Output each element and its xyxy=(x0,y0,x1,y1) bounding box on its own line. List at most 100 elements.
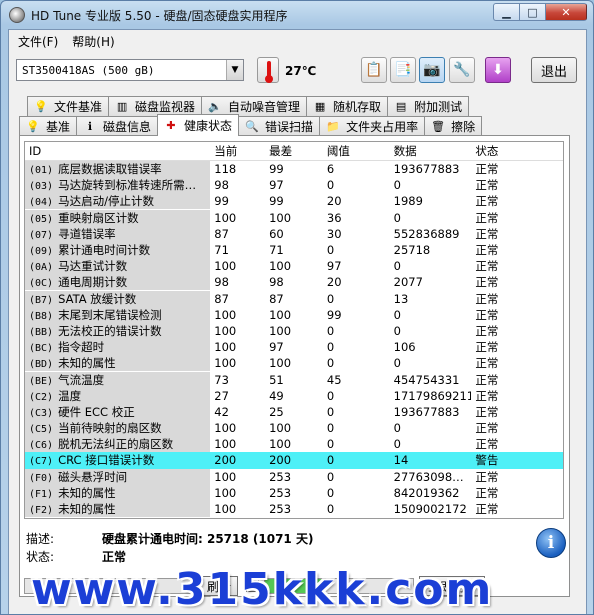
tab-disk-monitor[interactable]: ▥ 磁盘监视器 xyxy=(108,96,203,116)
table-row[interactable]: (0A) 马达重试计数 100 100 97 0 正常 xyxy=(25,258,563,275)
col-header-worst[interactable]: 最差 xyxy=(265,143,323,159)
attribute-name-cell: (C2) 温度 xyxy=(25,387,211,404)
current-cell: 100 xyxy=(214,485,237,500)
window-controls: ▁ □ ✕ xyxy=(493,3,587,21)
data-cell: 0 xyxy=(393,421,401,436)
table-row[interactable]: (F0) 磁头悬浮时间 100 253 0 27763098… 正常 xyxy=(25,468,563,485)
tab-trash[interactable]: 🗑 擦除 xyxy=(424,116,483,136)
data-cell: 0 xyxy=(393,178,401,193)
col-header-current[interactable]: 当前 xyxy=(210,143,265,159)
attribute-name-cell: (BE) 气流温度 xyxy=(25,371,211,388)
tab-speaker[interactable]: 🔈 自动噪音管理 xyxy=(201,96,308,116)
table-header: ID 当前 最差 阈值 数据 状态 xyxy=(25,142,563,161)
tab-random-access[interactable]: ▦ 随机存取 xyxy=(306,96,389,116)
status-cell: 正常 xyxy=(475,502,499,517)
copy-all-button[interactable]: 📑 xyxy=(390,57,416,83)
description-line: 描述: 硬盘累计通电时间: 25718 (1071 天) xyxy=(26,530,313,547)
attribute-name: 气流温度 xyxy=(58,372,105,387)
table-row[interactable]: (B7) SATA 放缓计数 87 87 0 13 正常 xyxy=(25,290,563,307)
title-bar[interactable]: HD Tune 专业版 5.50 - 硬盘/固态硬盘实用程序 ▁ □ ✕ xyxy=(1,1,593,29)
smart-table[interactable]: ID 当前 最差 阈值 数据 状态 (01) 底层数据读取错误率 118 99 6 193… xyxy=(24,141,564,519)
attribute-name-cell: (C5) 当前待映射的扇区数 xyxy=(25,420,211,437)
tab-file-benchmark[interactable]: 💡 文件基准 xyxy=(27,96,110,116)
table-row[interactable]: (BE) 气流温度 73 51 45 454754331 正常 xyxy=(25,371,563,388)
exit-button[interactable]: 退出 xyxy=(531,57,577,83)
current-cell: 100 xyxy=(214,307,237,322)
col-header-threshold[interactable]: 阈值 xyxy=(323,143,390,159)
attribute-name-cell: (C7) CRC 接口错误计数 xyxy=(25,452,211,469)
drive-select[interactable]: ST3500418AS (500 gB) ▼ xyxy=(16,59,244,81)
status-cell: 正常 xyxy=(475,178,499,193)
speaker-icon: 🔈 xyxy=(208,100,222,113)
table-row[interactable]: (B8) 末尾到末尾错误检测 100 100 99 0 正常 xyxy=(25,306,563,323)
tab-benchmark[interactable]: 💡 基准 xyxy=(19,116,78,136)
table-row[interactable]: (07) 寻道错误率 87 60 30 552836889 正常 xyxy=(25,225,563,242)
table-row[interactable]: (01) 底层数据读取错误率 118 99 6 193677883 正常 xyxy=(25,161,563,178)
attribute-name-cell: (04) 马达启动/停止计数 xyxy=(25,193,211,210)
screenshot-button[interactable]: 📷 xyxy=(419,57,445,83)
worst-cell: 253 xyxy=(269,502,292,517)
worst-cell: 71 xyxy=(269,243,284,258)
worst-cell: 25 xyxy=(269,404,284,419)
worst-cell: 100 xyxy=(269,323,292,338)
table-row[interactable]: (F1) 未知的属性 100 253 0 842019362 正常 xyxy=(25,484,563,501)
col-header-data[interactable]: 数据 xyxy=(390,143,472,159)
file-benchmark-icon: 💡 xyxy=(34,100,48,113)
threshold-cell: 36 xyxy=(326,210,342,225)
worst-cell: 100 xyxy=(269,356,292,371)
status-cell: 正常 xyxy=(475,388,499,403)
table-row[interactable]: (03) 马达旋转到标准转速所需… 98 97 0 0 正常 xyxy=(25,177,563,194)
attribute-name-cell: (B8) 末尾到末尾错误检测 xyxy=(25,306,211,323)
current-cell: 27 xyxy=(214,388,229,403)
tab-extra-tests[interactable]: ▤ 附加测试 xyxy=(387,96,470,116)
table-row[interactable]: (05) 重映射扇区计数 100 100 36 0 正常 xyxy=(25,209,563,226)
table-row[interactable]: (F2) 未知的属性 100 253 0 1509002172 正常 xyxy=(25,501,563,518)
tab-info[interactable]: ℹ 磁盘信息 xyxy=(76,116,159,136)
col-header-id[interactable]: ID xyxy=(25,144,210,158)
data-cell: 2077 xyxy=(393,275,423,290)
table-row[interactable]: (C3) 硬件 ECC 校正 42 25 0 193677883 正常 xyxy=(25,403,563,420)
attribute-name: CRC 接口错误计数 xyxy=(58,453,155,468)
attribute-id: (BE) xyxy=(29,375,54,387)
close-button[interactable]: ✕ xyxy=(545,3,587,21)
table-row[interactable]: (C6) 脱机无法纠正的扇区数 100 100 0 0 正常 xyxy=(25,436,563,453)
tab-folder[interactable]: 📁 文件夹占用率 xyxy=(319,116,426,136)
menu-help[interactable]: 帮助(H) xyxy=(65,31,121,52)
table-row[interactable]: (BD) 未知的属性 100 100 0 0 正常 xyxy=(25,355,563,372)
status-cell: 警告 xyxy=(475,453,499,468)
status-cell: 正常 xyxy=(475,372,499,387)
data-cell: 13 xyxy=(393,291,409,306)
table-row[interactable]: (04) 马达启动/停止计数 99 99 20 1989 正常 xyxy=(25,193,563,210)
threshold-cell: 0 xyxy=(326,421,335,436)
attribute-id: (04) xyxy=(29,197,54,209)
tab-label: 文件基准 xyxy=(54,100,103,114)
worst-cell: 87 xyxy=(269,291,284,306)
attribute-id: (F1) xyxy=(29,488,54,500)
info-icon[interactable]: i xyxy=(536,528,566,558)
tab-health-cross[interactable]: ✚ 健康状态 xyxy=(157,114,240,136)
col-header-status[interactable]: 状态 xyxy=(471,143,563,159)
table-row[interactable]: (BC) 指令超时 100 97 0 106 正常 xyxy=(25,339,563,356)
options-button[interactable]: 🔧 xyxy=(449,57,475,83)
threshold-cell: 0 xyxy=(326,243,335,258)
attribute-name-cell: (BD) 未知的属性 xyxy=(25,355,211,372)
chevron-down-icon[interactable]: ▼ xyxy=(226,60,243,80)
attribute-id: (F0) xyxy=(29,472,54,484)
table-row[interactable]: (BB) 无法校正的错误计数 100 100 0 0 正常 xyxy=(25,322,563,339)
table-row[interactable]: (0C) 通电周期计数 98 98 20 2077 正常 xyxy=(25,274,563,291)
save-button[interactable]: ⬇ xyxy=(485,57,511,83)
attribute-name: SATA 放缓计数 xyxy=(58,291,137,306)
copy-info-button[interactable]: 📋 xyxy=(361,57,387,83)
table-row[interactable]: (09) 累计通电时间计数 71 71 0 25718 正常 xyxy=(25,242,563,259)
status-cell: 正常 xyxy=(475,323,499,338)
maximize-button[interactable]: □ xyxy=(519,3,545,21)
table-row[interactable]: (C7) CRC 接口错误计数 200 200 0 14 警告 xyxy=(25,452,563,469)
tab-error-scan[interactable]: 🔍 错误扫描 xyxy=(238,116,321,136)
attribute-name: 硬件 ECC 校正 xyxy=(58,404,135,419)
attribute-id: (B8) xyxy=(29,310,54,322)
toolbar: ST3500418AS (500 gB) ▼ 27℃ 📋 📑 📷 🔧 ⬇ 退出 xyxy=(9,52,586,90)
table-row[interactable]: (C2) 温度 27 49 0 17179869211 正常 xyxy=(25,387,563,404)
minimize-button[interactable]: ▁ xyxy=(493,3,519,21)
menu-file[interactable]: 文件(F) xyxy=(11,31,65,52)
table-row[interactable]: (C5) 当前待映射的扇区数 100 100 0 0 正常 xyxy=(25,420,563,437)
